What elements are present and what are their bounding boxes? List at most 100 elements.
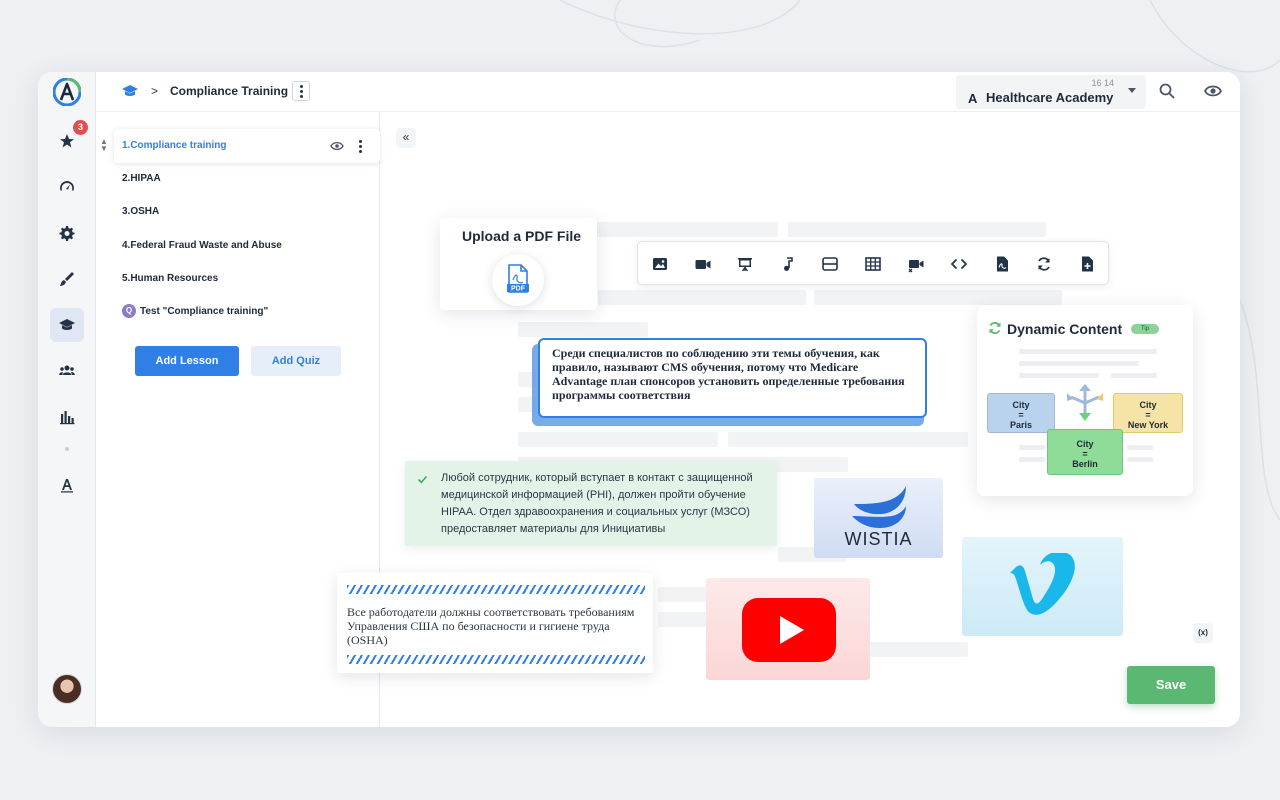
quote-block[interactable]: Среди специалистов по соблюдению эти тем… bbox=[538, 338, 927, 418]
table-icon[interactable] bbox=[864, 255, 882, 273]
image-icon[interactable] bbox=[651, 255, 669, 273]
collapse-panel-button[interactable]: « bbox=[396, 128, 416, 148]
save-button[interactable]: Save bbox=[1127, 666, 1215, 704]
placeholder-line bbox=[1019, 373, 1099, 378]
lesson-item-1[interactable]: 1.Compliance training bbox=[114, 129, 380, 163]
speedometer-icon bbox=[60, 181, 74, 191]
notification-badge: 3 bbox=[73, 120, 88, 135]
lesson-item-5[interactable]: 5.Human Resources bbox=[114, 262, 380, 296]
academy-nav[interactable] bbox=[50, 468, 84, 502]
vimeo-logo-icon bbox=[1010, 553, 1075, 615]
placeholder-line bbox=[658, 587, 708, 602]
preview-eye-icon[interactable] bbox=[1204, 82, 1222, 100]
wistia-wordmark: WISTIA bbox=[844, 529, 913, 549]
presentation-icon[interactable] bbox=[736, 255, 754, 273]
youtube-play-icon bbox=[742, 598, 836, 662]
placeholder-line bbox=[590, 222, 778, 237]
placeholder-line bbox=[1019, 445, 1045, 450]
pdf-file-icon: PDF bbox=[507, 264, 529, 293]
breadcrumb-separator: > bbox=[151, 84, 159, 98]
upload-title: Upload a PDF File bbox=[462, 228, 582, 244]
divider-icon[interactable] bbox=[821, 255, 839, 273]
placeholder-line bbox=[788, 222, 1046, 237]
wistia-embed-tile[interactable]: WISTIA bbox=[814, 478, 943, 558]
hatch-border-bottom bbox=[347, 655, 645, 664]
vimeo-embed-tile[interactable] bbox=[962, 537, 1123, 636]
audio-icon[interactable] bbox=[779, 255, 797, 273]
academy-switcher[interactable]: 16 14 A Healthcare Academy bbox=[956, 75, 1146, 109]
design-nav[interactable] bbox=[50, 262, 84, 296]
lesson-item-4[interactable]: 4.Federal Fraud Waste and Abuse bbox=[114, 229, 380, 263]
sync-icon bbox=[989, 322, 1001, 334]
reports-nav[interactable] bbox=[50, 400, 84, 434]
quiz-item[interactable]: Q Test "Compliance training" bbox=[114, 295, 380, 329]
bordered-text: Все работодатели должны соответствовать … bbox=[347, 605, 635, 647]
city-key: City bbox=[1139, 400, 1157, 410]
wistia-logo bbox=[852, 486, 906, 528]
video-icon[interactable] bbox=[694, 255, 712, 273]
hatch-border-top bbox=[347, 585, 645, 594]
bordered-text-block[interactable]: Все работодатели должны соответствовать … bbox=[337, 573, 653, 673]
dynamic-content-title: Dynamic Content bbox=[1007, 321, 1123, 337]
lesson-item-2[interactable]: 2.HIPAA bbox=[114, 162, 380, 196]
placeholder-line bbox=[728, 432, 968, 447]
city-value: New York bbox=[1127, 420, 1169, 430]
add-lesson-button[interactable]: Add Lesson bbox=[135, 346, 239, 376]
settings-nav[interactable] bbox=[50, 216, 84, 250]
academy-name: Healthcare Academy bbox=[986, 90, 1114, 105]
add-file-icon[interactable] bbox=[1078, 255, 1096, 273]
user-avatar[interactable] bbox=[52, 674, 82, 704]
dynamic-content-card[interactable]: Dynamic Content Tip City = Paris City = … bbox=[977, 305, 1193, 496]
academy-letter-icon bbox=[61, 479, 73, 493]
video-record-icon[interactable] bbox=[907, 255, 925, 273]
pdf-label: PDF bbox=[511, 286, 526, 293]
pdf-upload-button[interactable]: PDF bbox=[492, 254, 544, 306]
brush-icon bbox=[60, 272, 74, 286]
youtube-embed-tile[interactable] bbox=[706, 578, 870, 680]
code-icon[interactable] bbox=[950, 255, 968, 273]
star-icon bbox=[60, 134, 74, 148]
city-berlin-rule[interactable]: City = Berlin bbox=[1047, 429, 1123, 475]
eye-icon[interactable] bbox=[330, 140, 344, 152]
variables-button[interactable]: (x) bbox=[1193, 623, 1213, 643]
academy-logo: A bbox=[968, 91, 978, 106]
users-icon bbox=[59, 365, 75, 375]
placeholder-line bbox=[868, 642, 968, 657]
city-value: Paris bbox=[1009, 420, 1033, 430]
graduation-cap-icon bbox=[122, 85, 138, 96]
city-key: City bbox=[1012, 400, 1030, 410]
quiz-label: Test "Compliance training" bbox=[140, 306, 269, 317]
city-paris-rule[interactable]: City = Paris bbox=[987, 393, 1055, 433]
add-quiz-button[interactable]: Add Quiz bbox=[251, 346, 341, 376]
lesson-menu-icon[interactable] bbox=[359, 140, 362, 153]
refresh-icon[interactable] bbox=[1035, 255, 1053, 273]
lesson-label: 2.HIPAA bbox=[122, 173, 161, 184]
left-rail: 3 bbox=[38, 72, 96, 727]
sort-arrows-icon[interactable]: ▲ ▼ bbox=[100, 138, 108, 153]
placeholder-line bbox=[1019, 361, 1139, 366]
courses-nav[interactable] bbox=[50, 308, 84, 342]
city-eq: = bbox=[1082, 449, 1088, 459]
rail-divider bbox=[65, 447, 69, 451]
city-new-york-rule[interactable]: City = New York bbox=[1113, 393, 1183, 433]
course-menu-button[interactable] bbox=[292, 81, 310, 101]
placeholder-line bbox=[1127, 445, 1153, 450]
app-logo[interactable] bbox=[53, 78, 81, 106]
lesson-label: 3.OSHA bbox=[122, 206, 160, 217]
lesson-label: 4.Federal Fraud Waste and Abuse bbox=[122, 240, 282, 251]
lesson-item-3[interactable]: 3.OSHA bbox=[114, 195, 380, 229]
chevron-down-icon bbox=[1128, 88, 1136, 93]
content-toolbar bbox=[637, 241, 1109, 285]
page-title: Compliance Training bbox=[170, 84, 289, 98]
placeholder-line bbox=[598, 290, 806, 305]
success-note[interactable]: Любой сотрудник, который вступает в конт… bbox=[405, 461, 777, 546]
search-icon[interactable] bbox=[1158, 82, 1176, 100]
city-value: Berlin bbox=[1072, 459, 1098, 469]
users-nav[interactable] bbox=[50, 354, 84, 388]
dashboard-nav[interactable] bbox=[50, 170, 84, 204]
branch-arrows-icon bbox=[1067, 384, 1103, 421]
upload-pdf-card[interactable]: Upload a PDF File PDF bbox=[440, 218, 597, 310]
app-window: 3 > Compliance Training 16 14 A Healthca… bbox=[38, 72, 1240, 727]
pdf-icon[interactable] bbox=[993, 255, 1011, 273]
lesson-label: 1.Compliance training bbox=[122, 140, 227, 151]
